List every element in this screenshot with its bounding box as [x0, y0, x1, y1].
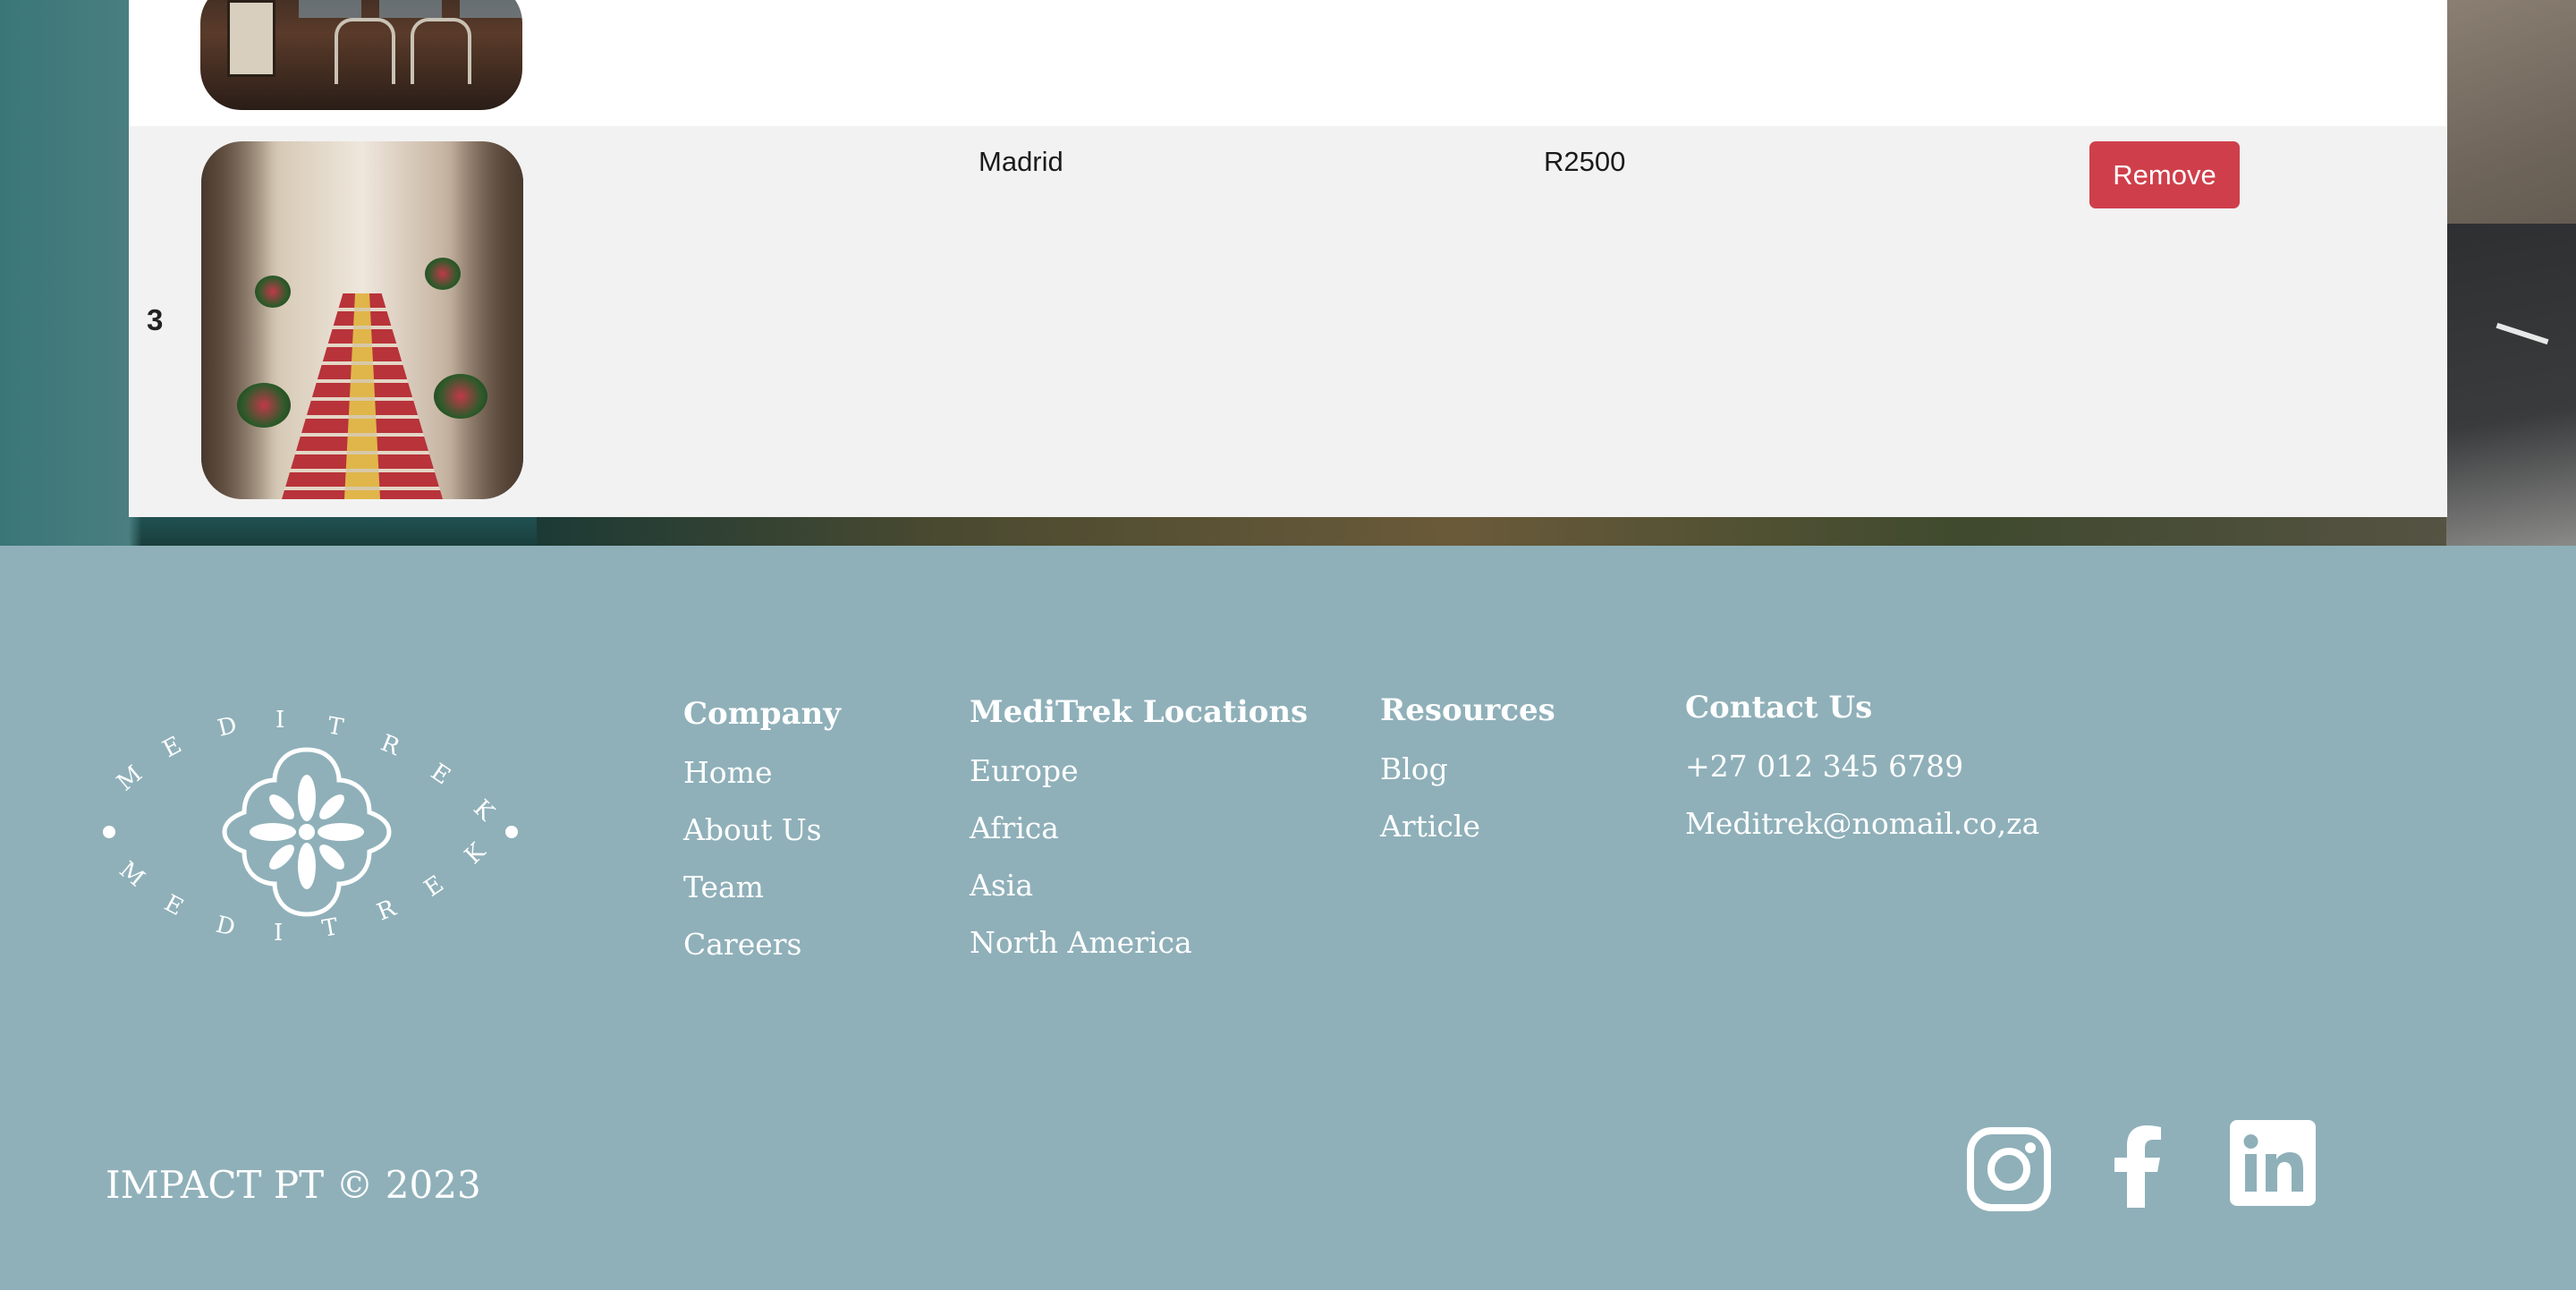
destination-price: R2500 — [1544, 146, 1626, 177]
table-row — [129, 0, 2447, 125]
svg-text:E: E — [419, 870, 449, 902]
linkedin-icon[interactable] — [2230, 1120, 2316, 1209]
footer-column-contact: Contact Us +27 012 345 6789 Meditrek@nom… — [1685, 690, 2039, 863]
copyright-text: IMPACT PT © 2023 — [106, 1163, 481, 1207]
footer-column-resources: Resources Blog Article — [1380, 692, 1555, 866]
footer-column-company: Company Home About Us Team Careers — [683, 696, 841, 984]
footer-link-team[interactable]: Team — [683, 870, 841, 904]
instagram-icon[interactable] — [1966, 1126, 2052, 1216]
svg-text:I: I — [274, 920, 283, 946]
svg-text:K: K — [468, 794, 499, 826]
meditrek-logo[interactable]: M E D I T R E K M E D I T R E K — [98, 693, 519, 953]
footer-link-about-us[interactable]: About Us — [683, 812, 841, 847]
svg-text:K: K — [460, 838, 491, 870]
remove-button[interactable]: Remove — [2089, 141, 2240, 208]
footer-column-title: Contact Us — [1685, 690, 1873, 726]
svg-text:T: T — [320, 913, 341, 943]
svg-text:R: R — [373, 895, 401, 927]
footer-link-north-america[interactable]: North America — [970, 925, 1308, 960]
contact-phone[interactable]: +27 012 345 6789 — [1685, 749, 2039, 784]
footer-link-home[interactable]: Home — [683, 755, 841, 790]
footer-link-blog[interactable]: Blog — [1380, 751, 1555, 786]
footer-link-careers[interactable]: Careers — [683, 927, 841, 962]
footer-link-africa[interactable]: Africa — [970, 810, 1308, 845]
contact-email[interactable]: Meditrek@nomail.co,za — [1685, 806, 2039, 841]
row-index: 3 — [147, 303, 164, 336]
svg-text:E: E — [160, 890, 188, 921]
svg-text:E: E — [426, 759, 455, 790]
svg-text:R: R — [377, 730, 404, 762]
footer-column-title: Resources — [1380, 692, 1555, 728]
footer-column-locations: MediTrek Locations Europe Africa Asia No… — [970, 694, 1308, 982]
footer-link-article[interactable]: Article — [1380, 809, 1555, 844]
destination-thumbnail — [200, 0, 522, 110]
svg-text:D: D — [215, 712, 239, 743]
svg-text:E: E — [158, 732, 186, 763]
site-footer: M E D I T R E K M E D I T R E K Company … — [0, 546, 2576, 1290]
cart-table: 3 Madrid R2500 Remove — [129, 0, 2447, 517]
destination-name: Madrid — [979, 146, 1063, 177]
footer-link-europe[interactable]: Europe — [970, 753, 1308, 788]
table-row: 3 Madrid R2500 Remove — [129, 126, 2447, 517]
facebook-icon[interactable] — [2113, 1125, 2163, 1211]
svg-text:T: T — [326, 712, 346, 742]
footer-column-title: MediTrek Locations — [970, 694, 1309, 730]
svg-text:D: D — [213, 912, 237, 942]
footer-column-title: Company — [683, 696, 841, 732]
footer-link-asia[interactable]: Asia — [970, 868, 1308, 903]
svg-text:M: M — [112, 760, 148, 796]
destination-thumbnail — [201, 141, 523, 499]
svg-text:I: I — [275, 707, 284, 734]
svg-text:M: M — [114, 856, 150, 892]
